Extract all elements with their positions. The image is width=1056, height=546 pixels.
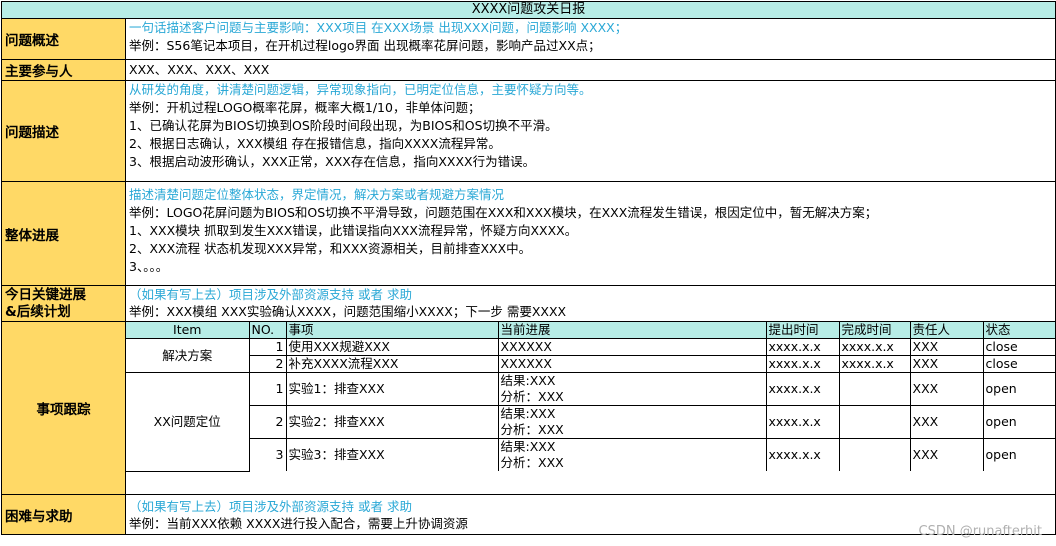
today-plan: 举例：XXX模组 XXX实验确认XXXX，问题范围缩小XXXX；下一步 需要XX…: [129, 304, 567, 319]
overview-label: 问题概述: [1, 18, 126, 60]
row-status: open: [982, 405, 1056, 439]
group-item: 解决方案: [126, 338, 250, 373]
progress-analysis: 分析：XXX: [500, 455, 564, 470]
row-proposed: xxxx.x.x: [765, 405, 840, 439]
help-hint: （如果有写上去）项目涉及外部资源支持 或者 求助: [129, 498, 412, 514]
row-no: 3: [249, 438, 287, 471]
row-done: [838, 438, 911, 471]
row-status: open: [982, 372, 1056, 406]
row-done: xxxx.x.x: [838, 338, 911, 356]
col-header-status: 状态: [982, 322, 1056, 339]
row-owner: XXX: [909, 405, 984, 439]
row-progress: 结果:XXX 分析：XXX: [497, 405, 767, 439]
watermark: CSDN @runafterhit: [918, 524, 1043, 539]
row-task: 补充XXXX流程XXX: [285, 355, 499, 373]
progress-label: 整体进展: [1, 181, 126, 286]
table-row[interactable]: 解决方案 1 使用XXX规避XXX XXXXXX xxxx.x.x xxxx.x…: [126, 338, 1056, 373]
progress-line: 举例：LOGO花屏问题为BIOS和OS切换不平滑导致，问题范围在XXX和XXX模…: [129, 205, 878, 220]
table-row[interactable]: 2 实验2：排查XXX 结果:XXX 分析：XXX xxxx.x.x XXX o…: [126, 405, 1056, 439]
row-status: close: [982, 355, 1056, 373]
progress-line: 2、XXX流程 状态机发现XXX异常，和XXX资源相关，目前排查XXX中。: [129, 241, 532, 256]
table-row[interactable]: 2 补充XXXX流程XXX XXXXXX xxxx.x.x xxxx.x.x X…: [126, 355, 1056, 373]
row-proposed: xxxx.x.x: [765, 372, 840, 406]
row-status: close: [982, 338, 1056, 356]
col-header-task: 事项: [285, 322, 499, 339]
col-header-done: 完成时间: [838, 322, 911, 339]
participants-value: XXX、XXX、XXX、XXX: [129, 62, 270, 77]
progress-analysis: 分析：XXX: [500, 422, 564, 437]
report-title: XXXX问题攻关日报: [1, 1, 1056, 19]
today-label-line2: &后续计划: [5, 303, 71, 320]
tracking-header-row: Item NO. 事项 当前进展 提出时间 完成时间 责任人 状态: [126, 322, 1056, 339]
description-content[interactable]: 从研发的角度，讲清楚问题逻辑，异常现象指向，已明定位信息，主要怀疑方向等。 举例…: [125, 80, 1056, 182]
help-content[interactable]: （如果有写上去）项目涉及外部资源支持 或者 求助 举例：当前XXX依赖 XXXX…: [125, 494, 1056, 535]
row-no: 1: [248, 338, 287, 356]
today-content[interactable]: （如果有写上去）项目涉及外部资源支持 或者 求助 举例：XXX模组 XXX实验确…: [125, 285, 1056, 322]
row-task: 实验3：排查XXX: [285, 438, 499, 471]
progress-hint: 描述清楚问题定位整体状态，界定情况，解决方案或者规避方案情况: [129, 187, 505, 202]
row-progress: XXXXXX: [497, 355, 767, 373]
progress-result: 结果:XXX: [500, 373, 556, 389]
help-label: 困难与求助: [1, 494, 126, 535]
row-progress: XXXXXX: [497, 338, 767, 356]
progress-line: 1、XXX模块 抓取到发生XXX错误，此错误指向XXX流程异常，怀疑方向XXXX…: [129, 223, 578, 238]
participants-label: 主要参与人: [1, 59, 126, 81]
row-owner: XXX: [909, 338, 984, 356]
overview-hint: 一句话描述客户问题与主要影响：XXX项目 在XXX场景 出现XXX问题，问题影响…: [129, 20, 628, 35]
row-done: [838, 405, 911, 439]
row-task: 实验2：排查XXX: [285, 405, 499, 439]
description-label: 问题描述: [1, 80, 126, 182]
row-owner: XXX: [909, 372, 984, 406]
row-no: 2: [249, 355, 287, 373]
description-line: 3、根据启动波形确认，XXX正常，XXX存在信息，指向XXXX行为错误。: [129, 154, 536, 169]
row-status: open: [982, 438, 1056, 471]
description-line: 举例：开机过程LOGO概率花屏，概率大概1/10，非单体问题；: [129, 100, 481, 115]
description-line: 2、根据日志确认，XXX模组 存在报错信息，指向XXXX流程异常。: [129, 136, 501, 151]
row-no: 1: [248, 372, 287, 406]
progress-result: 结果:XXX: [500, 439, 556, 454]
row-progress: 结果:XXX 分析：XXX: [497, 372, 767, 406]
col-header-no: NO.: [248, 322, 287, 339]
today-label: 今日关键进展 &后续计划: [1, 285, 126, 322]
progress-line: 3、。。。: [129, 259, 169, 274]
tracking-table: Item NO. 事项 当前进展 提出时间 完成时间 责任人 状态 解决方案 1: [126, 322, 1056, 472]
col-header-progress: 当前进展: [497, 322, 767, 339]
daily-report-sheet: { "title": "XXXX问题攻关日报", "sections": { "…: [0, 0, 1056, 546]
table-row[interactable]: 3 实验3：排查XXX 结果:XXX 分析：XXX xxxx.x.x XXX o…: [126, 438, 1056, 471]
row-proposed: xxxx.x.x: [765, 355, 840, 373]
row-owner: XXX: [909, 438, 984, 471]
row-task: 实验1：排查XXX: [285, 372, 499, 406]
row-no: 2: [249, 405, 287, 439]
col-header-owner: 责任人: [909, 322, 984, 339]
overview-content[interactable]: 一句话描述客户问题与主要影响：XXX项目 在XXX场景 出现XXX问题，问题影响…: [125, 18, 1056, 60]
participants-content[interactable]: XXX、XXX、XXX、XXX: [125, 59, 1056, 81]
overview-example: 举例：S56笔记本项目，在开机过程logo界面 出现概率花屏问题，影响产品过XX…: [129, 38, 601, 53]
tracking-cell: Item NO. 事项 当前进展 提出时间 完成时间 责任人 状态 解决方案 1: [125, 321, 1056, 495]
help-example: 举例：当前XXX依赖 XXXX进行投入配合，需要上升协调资源: [129, 515, 468, 531]
row-task: 使用XXX规避XXX: [285, 338, 499, 356]
row-done: [838, 372, 911, 406]
today-hint: （如果有写上去）项目涉及外部资源支持 或者 求助: [129, 287, 412, 302]
description-line: 1、已确认花屏为BIOS切换到OS阶段时间段出现，为BIOS和OS切换不平滑。: [129, 118, 558, 133]
group-item: XX问题定位: [126, 372, 250, 472]
col-header-item: Item: [126, 322, 250, 339]
progress-analysis: 分析：XXX: [500, 389, 564, 404]
tracking-label: 事项跟踪: [1, 321, 126, 495]
progress-content[interactable]: 描述清楚问题定位整体状态，界定情况，解决方案或者规避方案情况 举例：LOGO花屏…: [125, 181, 1056, 286]
row-proposed: xxxx.x.x: [765, 338, 840, 356]
table-row[interactable]: XX问题定位 1 实验1：排查XXX 结果:XXX 分析：XXX xxxx.x.…: [126, 372, 1056, 472]
progress-result: 结果:XXX: [500, 406, 556, 422]
row-owner: XXX: [909, 355, 984, 373]
row-done: xxxx.x.x: [838, 355, 911, 373]
row-progress: 结果:XXX 分析：XXX: [497, 438, 767, 471]
report-table: XXXX问题攻关日报 问题概述 一句话描述客户问题与主要影响：XXX项目 在XX…: [1, 1, 1056, 535]
today-label-line1: 今日关键进展: [5, 286, 86, 303]
row-proposed: xxxx.x.x: [765, 438, 840, 471]
col-header-proposed: 提出时间: [765, 322, 840, 339]
description-hint: 从研发的角度，讲清楚问题逻辑，异常现象指向，已明定位信息，主要怀疑方向等。: [129, 82, 592, 97]
